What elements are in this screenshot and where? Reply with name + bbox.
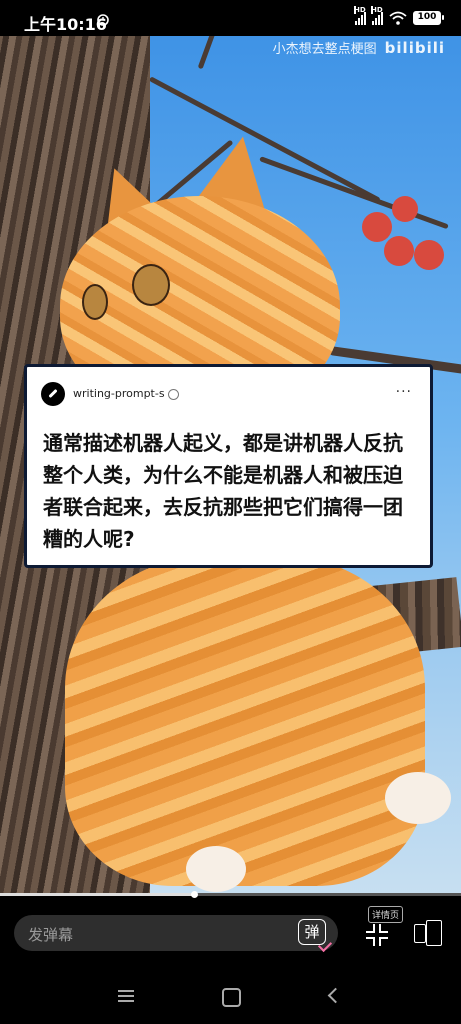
danmaku-placeholder: 发弹幕 — [28, 926, 74, 944]
alarm-icon — [97, 14, 109, 26]
fullscreen-exit-icon[interactable] — [366, 924, 388, 946]
username: writing-prompt-s — [73, 387, 179, 400]
status-icons: HD HD 100 — [354, 6, 444, 25]
cat-body — [65, 556, 425, 886]
device-switch-icon[interactable] — [414, 920, 442, 946]
signal-icon: HD — [371, 6, 383, 25]
recent-apps-icon[interactable] — [118, 990, 134, 1002]
signal-icon: HD — [354, 6, 366, 25]
prompt-text: 通常描述机器人起义，都是讲机器人反抗整个人类，为什么不能是机器人和被压迫者联合起… — [43, 431, 403, 551]
bilibili-logo: bilibili — [384, 38, 445, 57]
back-icon[interactable] — [327, 987, 344, 1004]
progress-knob[interactable] — [190, 891, 198, 898]
danmaku-input[interactable]: 发弹幕 弹 — [14, 915, 338, 951]
battery-icon: 100 — [413, 11, 444, 25]
system-nav-bar — [0, 970, 461, 1024]
detail-page-tag[interactable]: 详情页 — [368, 906, 404, 923]
clock: 上午10:16 — [24, 15, 107, 34]
progress-bar[interactable] — [0, 891, 461, 898]
prompt-card: writing-prompt-s ··· 通常描述机器人起义，都是讲机器人反抗整… — [24, 364, 433, 568]
globe-icon — [167, 388, 179, 400]
home-icon[interactable] — [222, 988, 241, 1007]
progress-fill — [0, 893, 194, 896]
status-bar: 上午10:16 HD HD 100 — [0, 0, 461, 40]
wifi-icon — [389, 11, 407, 25]
user-avatar — [41, 382, 65, 406]
more-icon: ··· — [395, 384, 412, 400]
danmaku-toggle-button[interactable]: 弹 — [298, 919, 326, 945]
watermark: 小杰想去整点梗图 bilibili — [272, 38, 445, 58]
